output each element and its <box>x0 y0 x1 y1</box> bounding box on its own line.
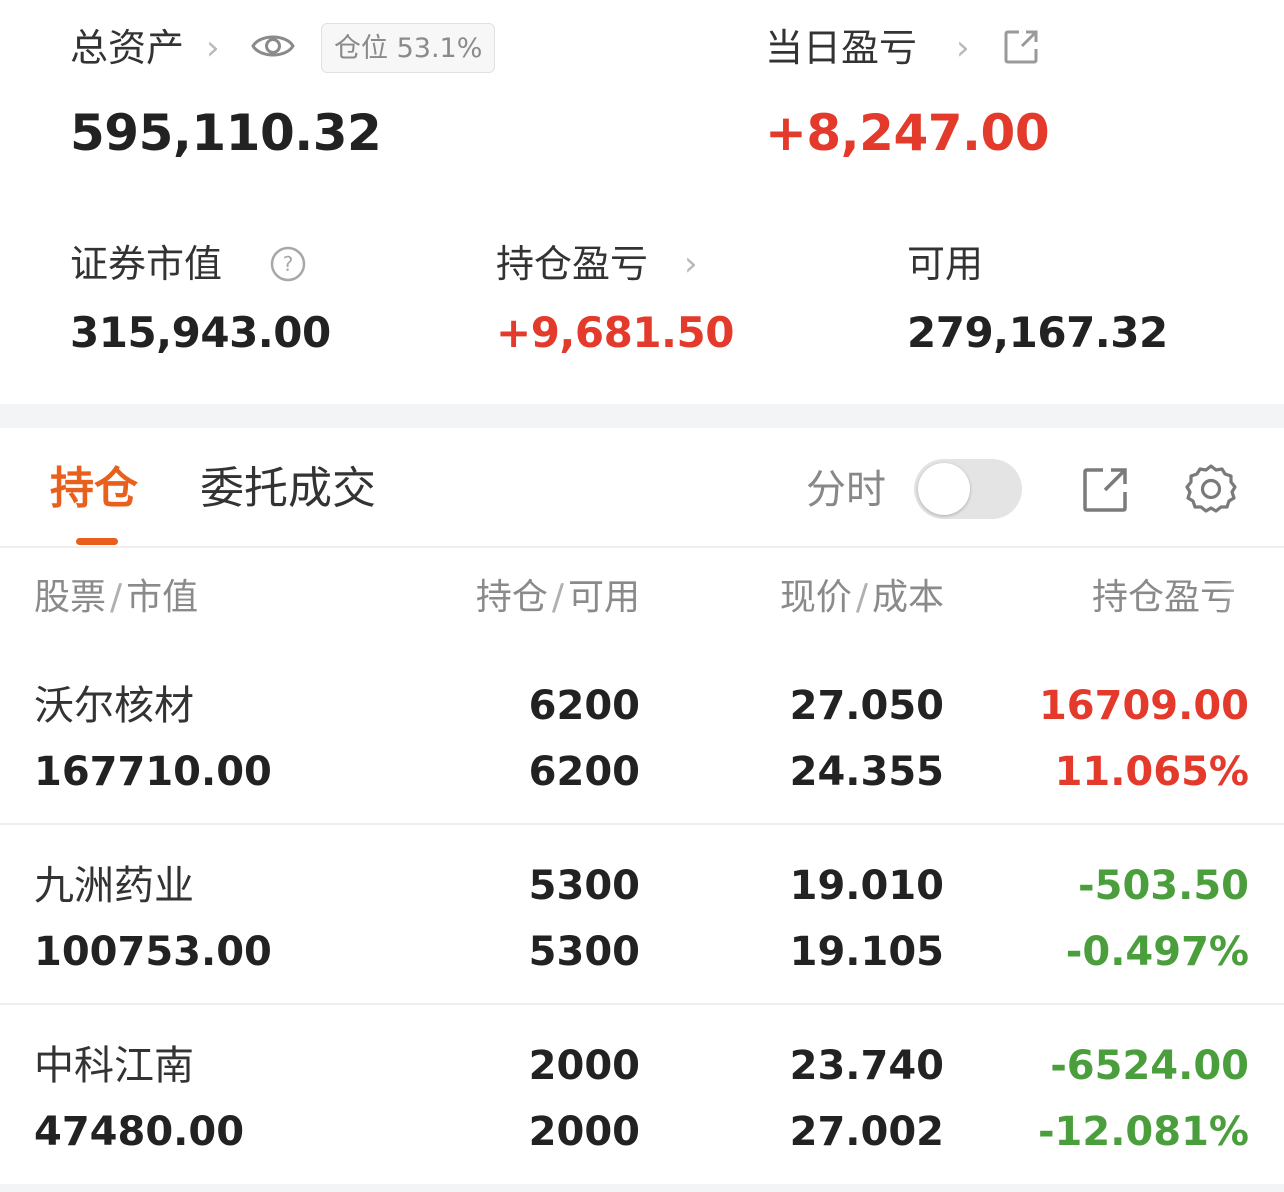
stock-pnl-percent: -0.497% <box>1065 929 1249 975</box>
stock-market-value: 47480.00 <box>34 1109 245 1155</box>
market-value-value: 315,943.00 <box>70 308 331 357</box>
total-assets-value: 595,110.32 <box>70 104 382 162</box>
stock-available: 2000 <box>528 1109 640 1155</box>
share-icon[interactable] <box>1002 28 1040 66</box>
stock-available: 6200 <box>528 749 640 795</box>
stock-price: 23.740 <box>789 1043 944 1089</box>
stock-position: 5300 <box>528 863 640 909</box>
divider <box>0 1003 1284 1005</box>
stock-pnl: 16709.00 <box>1038 683 1249 729</box>
header-position-available[interactable]: 持仓 / 可用 <box>400 580 640 616</box>
holding-pnl-value: +9,681.50 <box>496 308 734 357</box>
chevron-right-icon[interactable]: › <box>206 31 220 65</box>
bottom-separator <box>0 1184 1284 1192</box>
intraday-label: 分时 <box>806 467 886 513</box>
available-value: 279,167.32 <box>907 308 1168 357</box>
daily-pnl-label[interactable]: 当日盈亏 <box>765 29 917 67</box>
stock-available: 5300 <box>528 929 640 975</box>
stock-cost: 24.355 <box>789 749 944 795</box>
header-pnl[interactable]: 持仓盈亏 <box>1092 580 1236 616</box>
stock-market-value: 100753.00 <box>34 929 272 975</box>
stock-pnl: -503.50 <box>1078 863 1249 909</box>
settings-gear-icon[interactable] <box>1182 461 1240 519</box>
holding-pnl-label[interactable]: 持仓盈亏 <box>496 245 648 283</box>
svg-text:?: ? <box>283 252 294 276</box>
tab-holdings[interactable]: 持仓 <box>50 467 138 511</box>
daily-pnl-value: +8,247.00 <box>765 104 1050 162</box>
table-row[interactable]: 九洲药业 100753.00 5300 5300 19.010 19.105 -… <box>0 828 1284 1003</box>
header-cost: 成本 <box>871 577 944 618</box>
header-fade <box>1220 560 1284 640</box>
stock-pnl-percent: -12.081% <box>1037 1109 1249 1155</box>
stock-position: 2000 <box>528 1043 640 1089</box>
tab-orders[interactable]: 委托成交 <box>200 467 376 511</box>
eye-icon[interactable] <box>250 28 296 64</box>
table-row[interactable]: 中科江南 47480.00 2000 2000 23.740 27.002 -6… <box>0 1008 1284 1183</box>
header-price-cost[interactable]: 现价 / 成本 <box>700 580 944 616</box>
table-row[interactable]: 沃尔核材 167710.00 6200 6200 27.050 24.355 1… <box>0 648 1284 823</box>
toggle-knob <box>918 463 970 515</box>
total-assets-label[interactable]: 总资产 <box>70 29 184 67</box>
stock-pnl-percent: 11.065% <box>1054 749 1249 795</box>
divider <box>0 823 1284 825</box>
stock-name: 沃尔核材 <box>34 683 194 729</box>
chevron-right-icon[interactable]: › <box>956 31 970 65</box>
header-price: 现价 <box>779 577 852 618</box>
header-stock: 股票 <box>34 577 107 618</box>
position-ratio-badge: 仓位 53.1% <box>321 23 496 73</box>
stock-cost: 27.002 <box>789 1109 944 1155</box>
stock-price: 19.010 <box>789 863 944 909</box>
available-label: 可用 <box>907 242 984 286</box>
help-icon[interactable]: ? <box>268 244 308 284</box>
stock-price: 27.050 <box>789 683 944 729</box>
market-value-label: 证券市值 <box>70 242 223 286</box>
stock-market-value: 167710.00 <box>34 749 272 795</box>
chevron-right-icon[interactable]: › <box>684 247 698 281</box>
header-available: 可用 <box>567 577 640 618</box>
stock-pnl: -6524.00 <box>1050 1043 1249 1089</box>
stock-cost: 19.105 <box>789 929 944 975</box>
stock-position: 6200 <box>528 683 640 729</box>
divider <box>0 546 1284 548</box>
header-position: 持仓 <box>475 577 548 618</box>
section-separator <box>0 404 1284 428</box>
share-icon[interactable] <box>1081 466 1129 514</box>
stock-name: 九洲药业 <box>34 863 194 909</box>
header-stock-marketvalue[interactable]: 股票 / 市值 <box>34 580 198 616</box>
stock-name: 中科江南 <box>34 1043 194 1089</box>
active-tab-indicator <box>76 538 118 545</box>
intraday-toggle[interactable] <box>914 459 1022 519</box>
header-market-value: 市值 <box>126 577 199 618</box>
